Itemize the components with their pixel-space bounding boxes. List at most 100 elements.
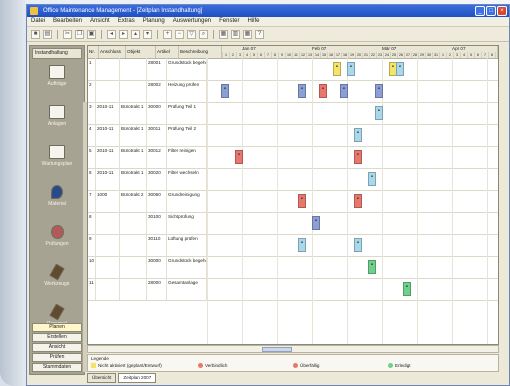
schedule-bar[interactable]: ■: [368, 260, 376, 274]
col-header-nr[interactable]: Nr.: [88, 46, 99, 58]
horizontal-scrollbar[interactable]: [87, 345, 499, 353]
certificate-icon: [50, 225, 64, 239]
table-row[interactable]: 6 2010-11 Bürotrakt 1 30020 Filter wechseln: [88, 168, 498, 191]
menu-item[interactable]: Hilfe: [247, 17, 259, 26]
table-row[interactable]: 7 1000 Bürotrakt 2 30060 Grundreinigung: [88, 190, 498, 213]
menu-item[interactable]: Planung: [143, 17, 165, 26]
schedule-bar[interactable]: ■: [298, 194, 306, 208]
table-row[interactable]: 9 30110 Lüftung prüfen: [88, 234, 498, 257]
schedule-bar[interactable]: ■: [375, 84, 383, 98]
row-artikel: 30060: [147, 190, 167, 212]
close-button[interactable]: ×: [497, 6, 507, 16]
sidebar-item-label: Anlagen: [47, 121, 67, 127]
sidebar-item[interactable]: Prüfungen: [32, 225, 82, 259]
menu-item[interactable]: Datei: [31, 17, 45, 26]
col-header-anschluss[interactable]: Anschluss: [99, 46, 126, 58]
up-icon[interactable]: ▴: [131, 29, 140, 39]
bottom-tab[interactable]: Übersicht: [87, 373, 117, 383]
copy-icon[interactable]: ❐: [75, 29, 84, 39]
sidebar-item[interactable]: Material: [32, 185, 82, 219]
table-row[interactable]: 3 2010-11 Bürotrakt 1 30000 Prüfung Teil 1: [88, 102, 498, 125]
schedule-bar[interactable]: ■: [298, 238, 306, 252]
sidebar-tab[interactable]: Stammdaten: [32, 363, 82, 372]
table-row[interactable]: 5 2010-11 Bürotrakt 1 30012 Filter reinigen: [88, 146, 498, 169]
schedule-bar[interactable]: ■: [340, 84, 348, 98]
menu-item[interactable]: Fenster: [219, 17, 239, 26]
maximize-button[interactable]: □: [486, 6, 496, 16]
schedule-bar[interactable]: ■: [375, 106, 383, 120]
row-objekt: Bürotrakt 1: [120, 102, 147, 124]
row-description: Prüfung Teil 2: [167, 124, 207, 146]
document-icon: [49, 145, 65, 159]
help-icon[interactable]: ?: [255, 29, 264, 39]
row-anschluss: 2010-11: [96, 102, 120, 124]
legend-item: Erledigt: [388, 363, 411, 368]
row-anschluss: [96, 234, 120, 256]
schedule-bar[interactable]: ■: [354, 238, 362, 252]
row-number: 4: [88, 124, 96, 146]
sidebar-tab[interactable]: Erstellen: [32, 333, 82, 342]
bottom-tab[interactable]: Zeitplan 2007: [118, 373, 157, 383]
grid-line: [382, 58, 383, 344]
col-header-objekt[interactable]: Objekt: [126, 46, 156, 58]
schedule-bar[interactable]: ■: [354, 128, 362, 142]
save-icon[interactable]: ■: [31, 29, 40, 39]
legend-swatch: [198, 363, 203, 368]
schedule-bar[interactable]: ■: [396, 62, 404, 76]
search-icon[interactable]: ⌕: [199, 29, 208, 39]
schedule-bar[interactable]: ■: [368, 172, 376, 186]
schedule-bar[interactable]: ■: [333, 62, 341, 76]
row-objekt: [120, 80, 147, 102]
schedule-bar[interactable]: ■: [354, 194, 362, 208]
back-icon[interactable]: ◂: [107, 29, 116, 39]
cut-icon[interactable]: ✂: [63, 29, 72, 39]
sidebar-item[interactable]: Werkzeuge: [32, 263, 82, 299]
chart-icon[interactable]: ▥: [231, 29, 240, 39]
sidebar-tab[interactable]: Ansicht: [32, 343, 82, 352]
schedule-bar[interactable]: ■: [403, 282, 411, 296]
calendar-icon[interactable]: ▦: [219, 29, 228, 39]
document-icon: [49, 105, 65, 119]
menu-item[interactable]: Bearbeiten: [53, 17, 82, 26]
sidebar-item[interactable]: Wartungsplan: [32, 145, 82, 179]
schedule-bar[interactable]: ■: [347, 62, 355, 76]
table-row[interactable]: 1 28001 Grundstück begehen: [88, 58, 498, 81]
menu-item[interactable]: Auswertungen: [173, 17, 211, 26]
forward-icon[interactable]: ▸: [119, 29, 128, 39]
table-row[interactable]: 2 28002 Heizung prüfen: [88, 80, 498, 103]
zoom-in-icon[interactable]: +: [163, 29, 172, 39]
sidebar-item[interactable]: Aufträge: [32, 65, 82, 99]
sidebar-tab[interactable]: Prüfen: [32, 353, 82, 362]
schedule-bar[interactable]: ■: [354, 150, 362, 164]
col-header-beschreibung[interactable]: Beschreibung: [179, 46, 222, 58]
col-header-artikel[interactable]: Artikel: [156, 46, 179, 58]
legend-item: Verbindlich: [198, 363, 227, 368]
paste-icon[interactable]: ▣: [87, 29, 96, 39]
zoom-out-icon[interactable]: −: [175, 29, 184, 39]
row-anschluss: 1000: [96, 190, 120, 212]
table-row[interactable]: 10 30000 Grundstück begehen: [88, 256, 498, 279]
menu-item[interactable]: Extras: [118, 17, 135, 26]
sidebar-header: Instandhaltung: [32, 48, 82, 59]
schedule-bar[interactable]: ■: [221, 84, 229, 98]
drop-icon: [51, 185, 63, 199]
sidebar-tab[interactable]: Planen: [32, 323, 82, 332]
schedule-bar[interactable]: ■: [298, 84, 306, 98]
row-number: 9: [88, 234, 96, 256]
table-row[interactable]: 8 30100 Sichtprüfung: [88, 212, 498, 235]
menu-item[interactable]: Ansicht: [90, 17, 110, 26]
schedule-bar[interactable]: ■: [312, 216, 320, 230]
table-icon[interactable]: ▦: [243, 29, 252, 39]
schedule-bar[interactable]: ■: [235, 150, 243, 164]
scrollbar-thumb[interactable]: [262, 347, 292, 352]
sidebar-item[interactable]: Anlagen: [32, 105, 82, 139]
filter-icon[interactable]: ▽: [187, 29, 196, 39]
schedule-bar[interactable]: ■: [319, 84, 327, 98]
row-anschluss: [96, 80, 120, 102]
table-row[interactable]: 4 2010-11 Bürotrakt 1 30011 Prüfung Teil 2: [88, 124, 498, 147]
print-icon[interactable]: ▤: [43, 29, 52, 39]
minimize-button[interactable]: _: [475, 6, 485, 16]
legend-item: Überfällig: [293, 363, 319, 368]
down-icon[interactable]: ▾: [143, 29, 152, 39]
table-row[interactable]: 11 28000 Gesamtanlage: [88, 278, 498, 301]
